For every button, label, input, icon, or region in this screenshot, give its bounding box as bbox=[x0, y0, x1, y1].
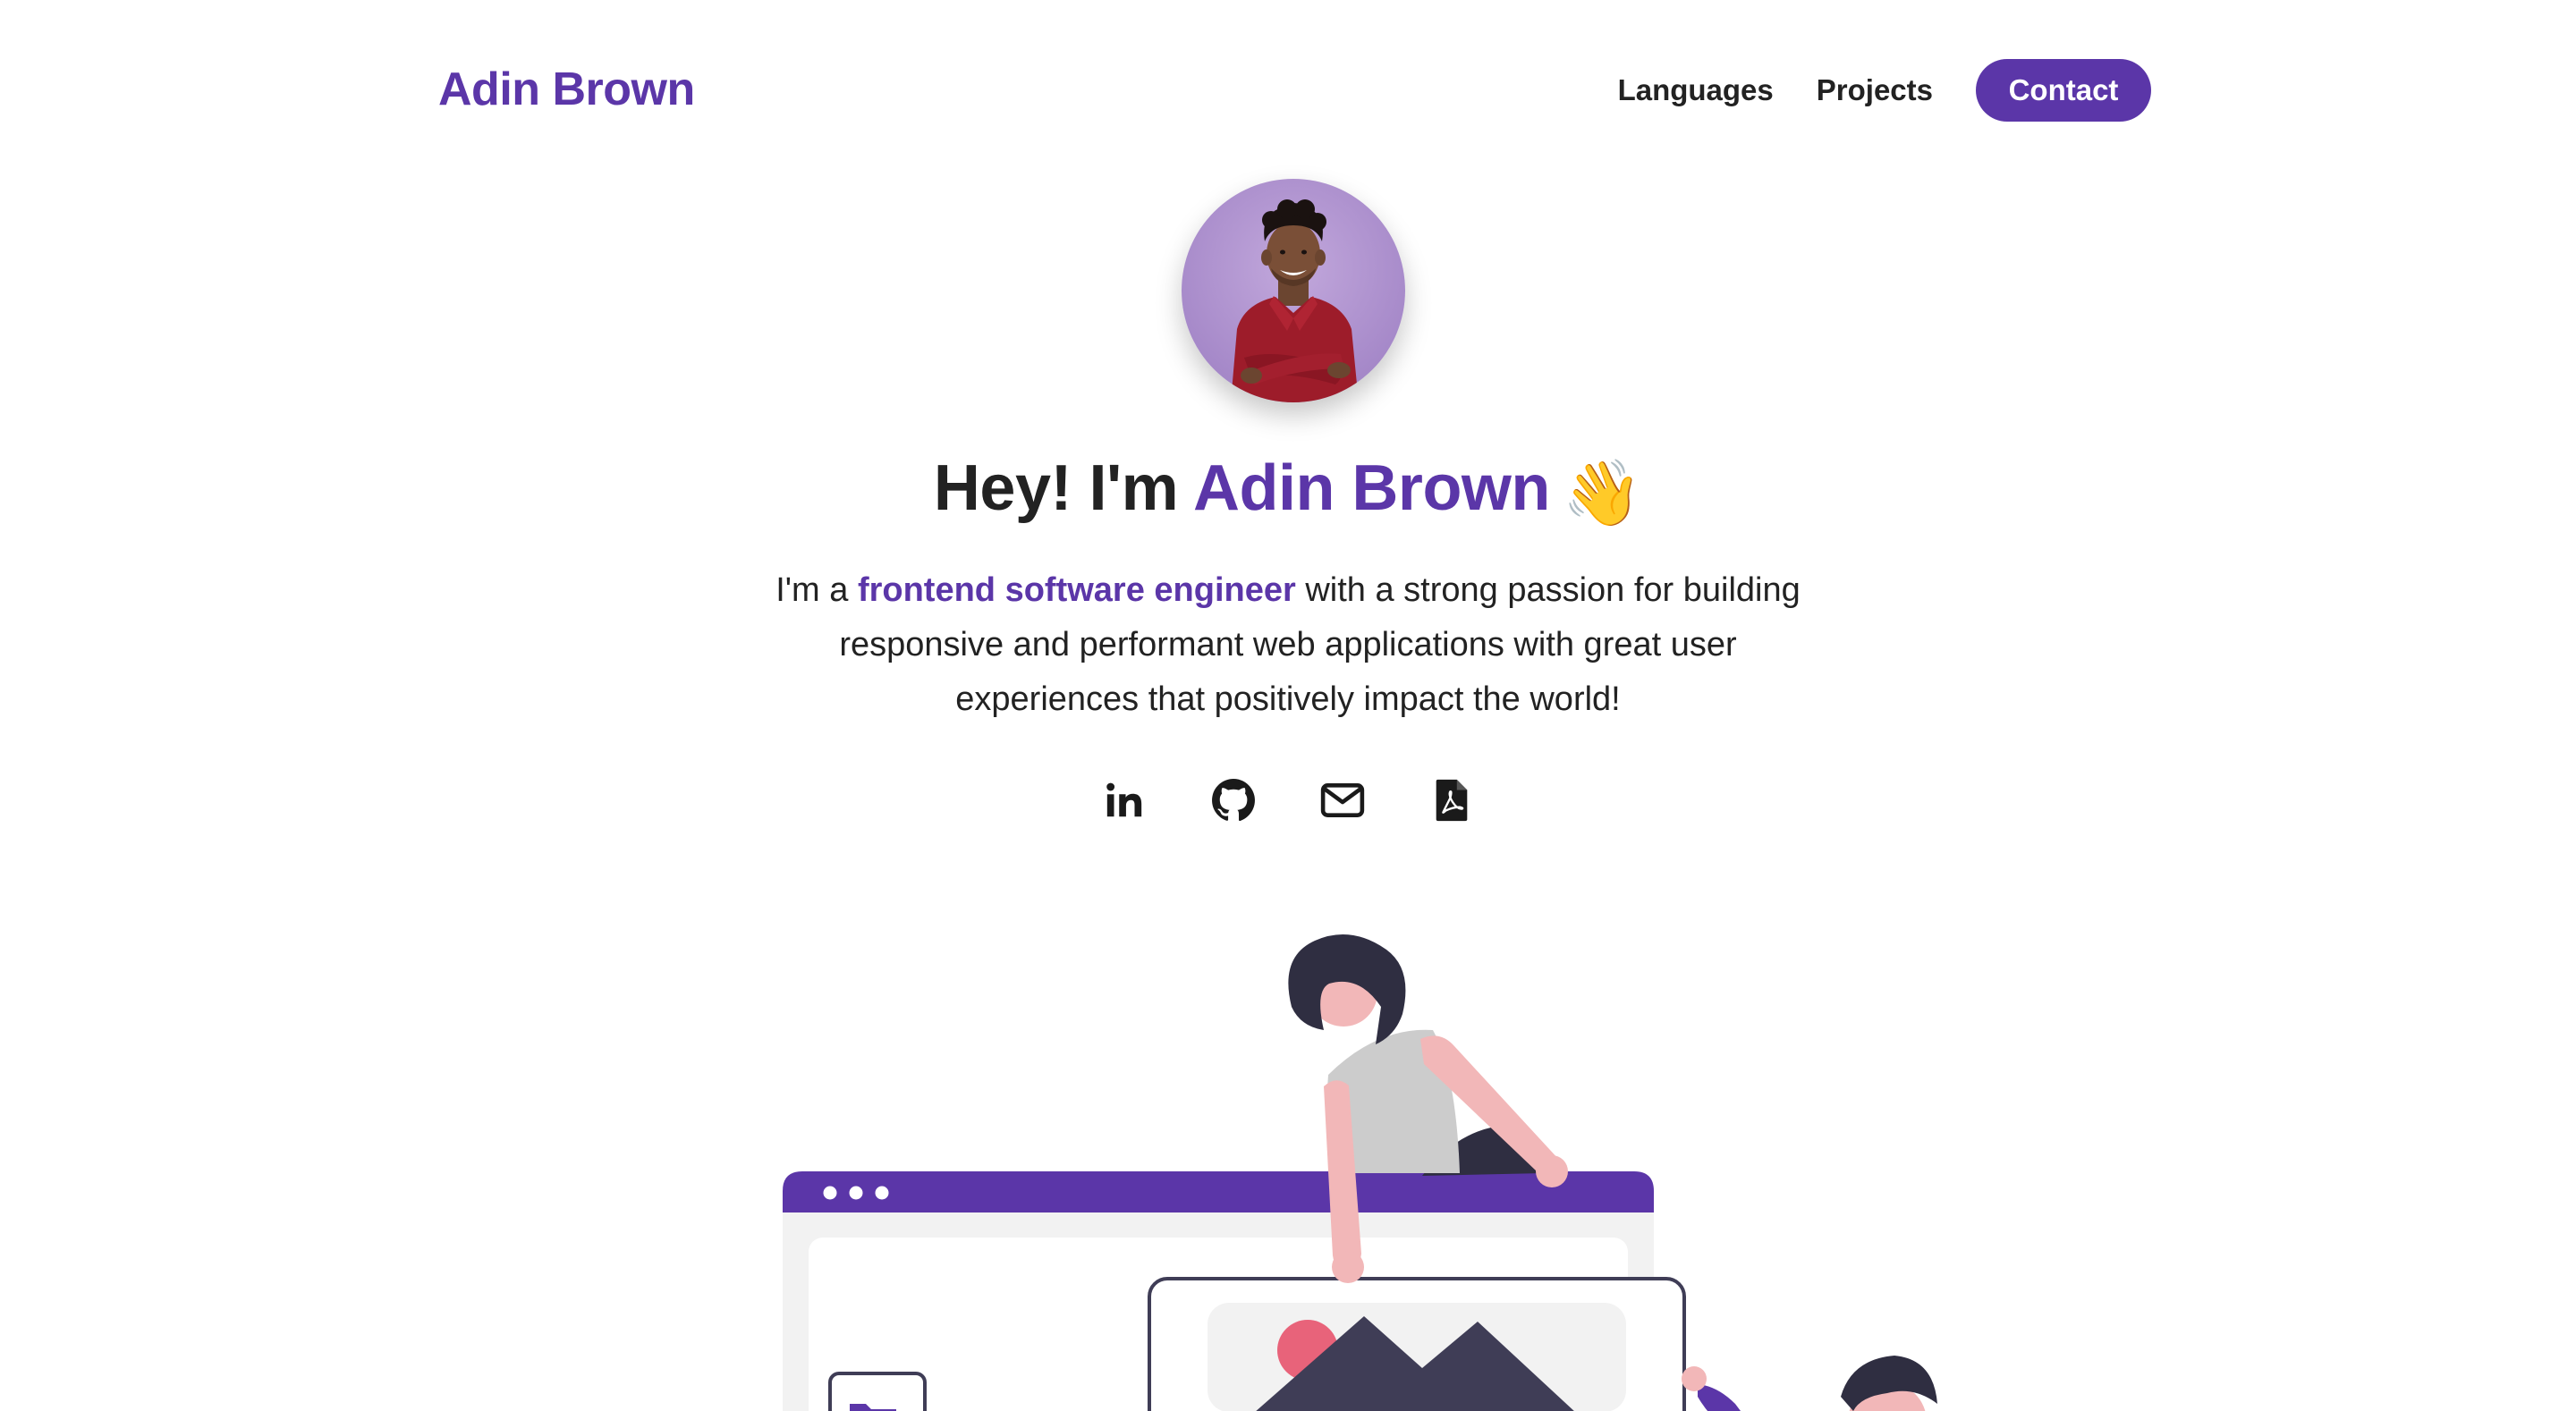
pdf-resume-icon bbox=[1436, 779, 1468, 822]
linkedin-icon bbox=[1106, 782, 1142, 817]
linkedin-link[interactable] bbox=[1102, 776, 1147, 824]
hero-title-name: Adin Brown bbox=[1192, 452, 1550, 524]
wave-emoji: 👋 bbox=[1562, 458, 1643, 529]
bio-highlight: frontend software engineer bbox=[857, 571, 1296, 609]
brand-logo-link[interactable]: Adin Brown bbox=[438, 63, 695, 116]
avatar-portrait-image bbox=[1231, 199, 1359, 402]
hero-title: Hey! I'm Adin Brown 👋 bbox=[0, 452, 2576, 531]
site-header: Adin Brown Languages Projects Contact bbox=[438, 54, 2151, 129]
hero-bio: I'm a frontend software engineer with a … bbox=[751, 563, 1825, 727]
web-developers-illustration bbox=[783, 934, 1937, 1411]
bio-prefix: I'm a bbox=[775, 571, 858, 609]
contact-button[interactable]: Contact bbox=[1976, 59, 2151, 122]
main-nav: Languages Projects Contact bbox=[1618, 59, 2151, 122]
nav-projects-link[interactable]: Projects bbox=[1817, 73, 1933, 107]
profile-avatar bbox=[1182, 179, 1405, 402]
mail-icon bbox=[1320, 783, 1365, 817]
github-link[interactable] bbox=[1211, 776, 1256, 824]
hero-illustration bbox=[698, 921, 1968, 1411]
nav-languages-link[interactable]: Languages bbox=[1618, 73, 1774, 107]
hero-title-prefix: Hey! I'm bbox=[933, 452, 1193, 524]
social-links bbox=[0, 776, 2576, 824]
github-icon bbox=[1212, 779, 1255, 822]
portfolio-page: Adin Brown Languages Projects Contact He… bbox=[0, 0, 2576, 1411]
resume-pdf-link[interactable] bbox=[1429, 776, 1474, 824]
email-link[interactable] bbox=[1320, 776, 1365, 824]
